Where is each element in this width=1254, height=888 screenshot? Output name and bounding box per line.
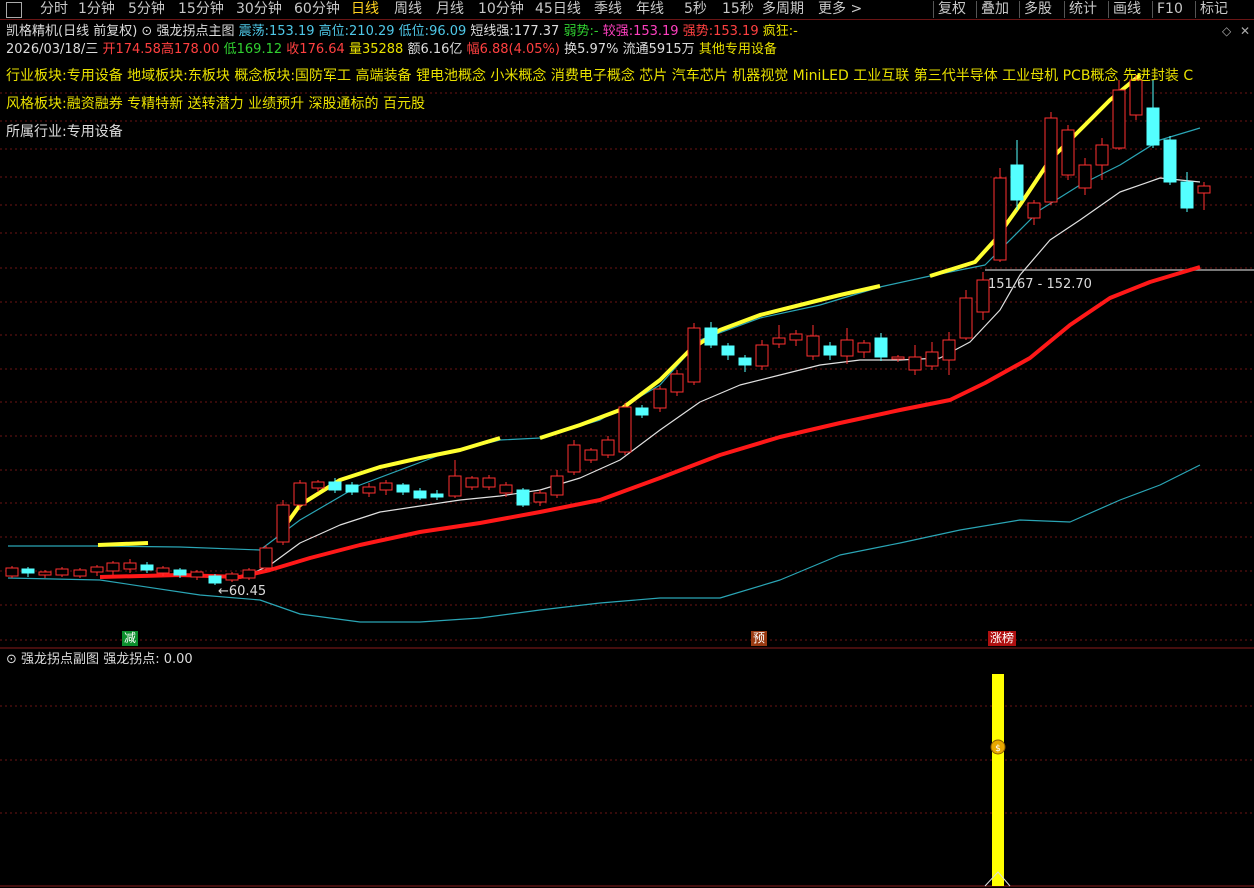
- candle-body: [840, 339, 854, 357]
- trend-line-seg: [97, 541, 149, 547]
- marker-yu: 预: [751, 631, 768, 646]
- sub-header: ⊙ 强龙拐点副图 强龙拐点: 0.00: [6, 651, 193, 669]
- candle-body: [721, 345, 735, 356]
- candle-body: [516, 489, 530, 506]
- candle-body: [874, 337, 888, 358]
- trend-line-seg: [929, 73, 1142, 278]
- candle-body: [959, 297, 973, 339]
- sub-value-label: 强龙拐点:: [103, 652, 160, 667]
- trend-line-seg: [539, 284, 881, 440]
- candle-body: [190, 571, 204, 578]
- marker-jian: 减: [122, 631, 139, 646]
- candle-body: [123, 562, 137, 570]
- sub-dropdown-icon[interactable]: ⊙: [6, 652, 21, 667]
- main-chart[interactable]: $: [0, 0, 1254, 888]
- candle-body: [106, 562, 120, 572]
- candle-body: [533, 492, 547, 503]
- candle-body: [857, 342, 871, 353]
- candle-body: [173, 569, 187, 576]
- industry-tag: 所属行业:专用设备: [6, 124, 123, 140]
- candle-body: [789, 333, 803, 341]
- candle-body: [499, 484, 513, 494]
- candle-body: [772, 337, 786, 345]
- candle-body: [242, 569, 256, 579]
- candle-body: [925, 351, 939, 367]
- candle-body: [430, 493, 444, 498]
- candle-body: [550, 475, 564, 496]
- candle-body: [908, 356, 922, 371]
- candle-body: [1129, 79, 1143, 116]
- candle-body: [362, 486, 376, 494]
- candle-body: [55, 568, 69, 576]
- candle-body: [293, 482, 307, 506]
- candle-body: [1044, 117, 1058, 203]
- candle-body: [311, 481, 325, 489]
- candle-body: [1146, 107, 1160, 146]
- sub-title[interactable]: 强龙拐点副图: [21, 652, 99, 667]
- candle-body: [396, 484, 410, 493]
- money-bag-symbol: $: [995, 744, 1001, 754]
- candle-body: [21, 568, 35, 574]
- candle-body: [345, 484, 359, 493]
- candle-body: [1010, 164, 1024, 201]
- candle-body: [208, 575, 222, 584]
- candle-body: [1163, 139, 1177, 183]
- candle-body: [1197, 185, 1211, 194]
- lower-band: [7, 464, 1201, 623]
- candle-body: [993, 177, 1007, 261]
- candle-body: [90, 566, 104, 573]
- sector-tags: 行业板块:专用设备 地域板块:东板块 概念板块:国防军工 高端装备 锂电池概念 …: [6, 68, 1194, 84]
- low-annotation: ←60.45: [218, 584, 267, 599]
- candle-body: [448, 475, 462, 497]
- candle-body: [618, 406, 632, 453]
- candle-body: [140, 564, 154, 571]
- candle-body: [738, 357, 752, 366]
- candle-body: [635, 407, 649, 416]
- range-annotation: 151.67 - 152.70: [988, 277, 1092, 292]
- candle-body: [413, 490, 427, 499]
- ma-line: [244, 177, 1201, 578]
- support-line: [99, 265, 1201, 579]
- candle-body: [567, 444, 581, 473]
- candle-body: [379, 482, 393, 491]
- candle-body: [1078, 164, 1092, 189]
- candle-body: [584, 449, 598, 461]
- candle-body: [1180, 181, 1194, 209]
- signal-bar: [992, 674, 1004, 886]
- candle-body: [755, 344, 769, 367]
- candle-body: [704, 327, 718, 346]
- candle-body: [891, 356, 905, 360]
- candle-body: [823, 345, 837, 356]
- candle-body: [259, 547, 273, 569]
- candle-body: [687, 327, 701, 383]
- candle-body: [73, 569, 87, 577]
- candle-body: [806, 335, 820, 357]
- candle-body: [601, 439, 615, 456]
- candle-body: [465, 477, 479, 488]
- candle-body: [38, 571, 52, 576]
- candle-body: [1112, 89, 1126, 149]
- candle-body: [670, 373, 684, 393]
- candle-body: [1027, 202, 1041, 219]
- sub-value: 0.00: [163, 652, 193, 667]
- style-tags: 风格板块:融资融券 专精特新 送转潜力 业绩预升 深股通标的 百元股: [6, 96, 425, 112]
- candle-body: [482, 477, 496, 488]
- candle-body: [942, 339, 956, 361]
- candle-body: [276, 504, 290, 543]
- candle-body: [1061, 129, 1075, 176]
- candle-body: [5, 567, 19, 577]
- candle-body: [328, 481, 342, 491]
- candle-body: [1095, 144, 1109, 166]
- candle-body: [225, 573, 239, 581]
- marker-zhangbang: 涨榜: [988, 631, 1017, 646]
- candle-body: [653, 388, 667, 409]
- candle-body: [156, 567, 170, 574]
